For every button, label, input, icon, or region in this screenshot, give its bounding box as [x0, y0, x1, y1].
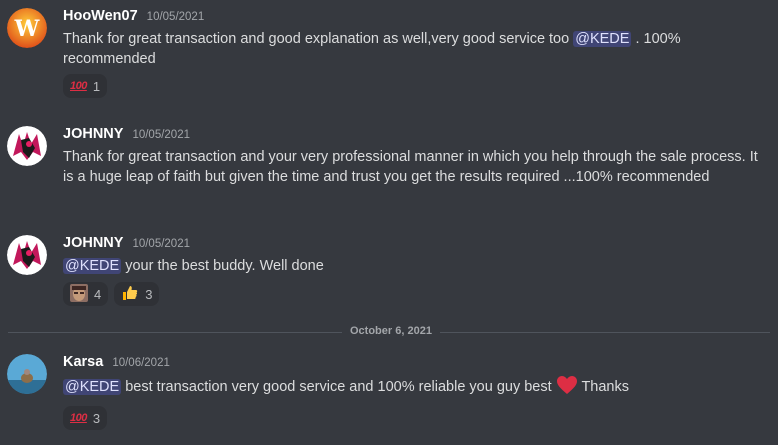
message-text: Thank for great transaction and your ver…	[63, 149, 758, 185]
heart-icon	[556, 375, 578, 401]
mention[interactable]: @KEDE	[63, 379, 122, 395]
avatar[interactable]	[7, 126, 47, 166]
timestamp: 10/05/2021	[146, 11, 205, 23]
timestamp: 10/05/2021	[132, 129, 190, 141]
face-icon	[70, 283, 88, 305]
avatar[interactable]: W	[7, 8, 47, 48]
avatar[interactable]	[7, 235, 47, 275]
message-text: Thank for great transaction and good exp…	[63, 31, 681, 67]
timestamp: 10/06/2021	[112, 357, 170, 369]
message-text: @KEDE best transaction very good service…	[63, 375, 764, 401]
thumbs-up-icon	[121, 284, 139, 305]
username[interactable]: JOHNNY	[63, 235, 123, 251]
date-divider-label: October 6, 2021	[342, 325, 440, 337]
reaction-face[interactable]: 4	[63, 282, 109, 306]
svg-text:W: W	[14, 16, 40, 42]
mention[interactable]: @KEDE	[63, 258, 122, 274]
username[interactable]: JOHNNY	[63, 126, 123, 142]
message-text: @KEDE your the best buddy. Well done	[63, 258, 324, 274]
100-icon: 100	[70, 80, 87, 92]
reaction-100[interactable]: 100 1	[63, 74, 108, 98]
username[interactable]: HooWen07	[63, 8, 138, 24]
mention[interactable]: @KEDE	[573, 31, 632, 47]
username[interactable]: Karsa	[63, 354, 103, 370]
avatar[interactable]	[7, 354, 47, 394]
reaction-100[interactable]: 100 3	[63, 406, 108, 430]
100-icon: 100	[70, 412, 87, 424]
timestamp: 10/05/2021	[132, 238, 190, 250]
reaction-thumbs-up[interactable]: 3	[114, 282, 160, 306]
